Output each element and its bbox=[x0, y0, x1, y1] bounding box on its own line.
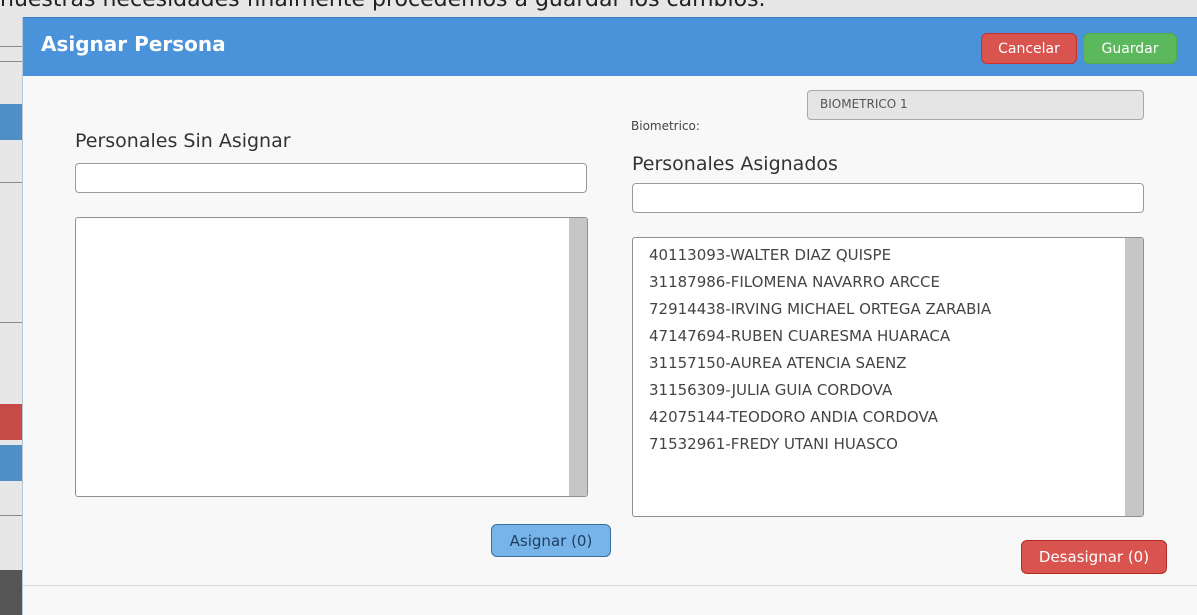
modal-header: Asignar Persona Cancelar Guardar bbox=[23, 17, 1197, 76]
assign-person-modal: Asignar Persona Cancelar Guardar Persona… bbox=[22, 17, 1197, 615]
list-item[interactable]: 71532961-FREDY UTANI HUASCO bbox=[649, 431, 991, 458]
background-caption: nuestras necesidades finalmente procedem… bbox=[0, 0, 766, 12]
background-divider bbox=[0, 515, 22, 516]
cancel-button[interactable]: Cancelar bbox=[981, 33, 1077, 64]
biometric-field: BIOMETRICO 1 bbox=[807, 90, 1144, 120]
list-item[interactable]: 31187986-FILOMENA NAVARRO ARCCE bbox=[649, 269, 991, 296]
list-item[interactable]: 72914438-IRVING MICHAEL ORTEGA ZARABIA bbox=[649, 296, 991, 323]
background-blue-block bbox=[0, 445, 22, 481]
background-divider bbox=[0, 182, 22, 183]
unassigned-title: Personales Sin Asignar bbox=[75, 130, 291, 152]
background-divider bbox=[0, 61, 22, 62]
list-item[interactable]: 40113093-WALTER DIAZ QUISPE bbox=[649, 242, 991, 269]
unassign-button[interactable]: Desasignar (0) bbox=[1021, 540, 1167, 574]
assigned-list-items: 40113093-WALTER DIAZ QUISPE 31187986-FILO… bbox=[649, 242, 991, 458]
save-button[interactable]: Guardar bbox=[1083, 33, 1177, 64]
unassigned-search-input[interactable] bbox=[75, 163, 587, 193]
background-blue-block bbox=[0, 104, 22, 140]
modal-title: Asignar Persona bbox=[41, 32, 226, 56]
background-dark-block bbox=[0, 570, 22, 615]
background-divider bbox=[0, 322, 22, 323]
assigned-list[interactable]: 40113093-WALTER DIAZ QUISPE 31187986-FILO… bbox=[632, 237, 1144, 517]
biometric-label: Biometrico: bbox=[631, 119, 700, 133]
assigned-title: Personales Asignados bbox=[632, 153, 838, 175]
list-item[interactable]: 31156309-JULIA GUIA CORDOVA bbox=[649, 377, 991, 404]
unassigned-list-scrollbar[interactable] bbox=[569, 218, 587, 496]
assign-button[interactable]: Asignar (0) bbox=[491, 524, 611, 557]
list-item[interactable]: 42075144-TEODORO ANDIA CORDOVA bbox=[649, 404, 991, 431]
unassigned-list[interactable] bbox=[75, 217, 588, 497]
assigned-search-input[interactable] bbox=[632, 183, 1144, 213]
assigned-list-scrollbar[interactable] bbox=[1125, 238, 1143, 516]
modal-footer-divider bbox=[23, 585, 1197, 586]
list-item[interactable]: 47147694-RUBEN CUARESMA HUARACA bbox=[649, 323, 991, 350]
background-divider bbox=[0, 46, 22, 47]
list-item[interactable]: 31157150-AUREA ATENCIA SAENZ bbox=[649, 350, 991, 377]
background-red-block bbox=[0, 404, 22, 440]
